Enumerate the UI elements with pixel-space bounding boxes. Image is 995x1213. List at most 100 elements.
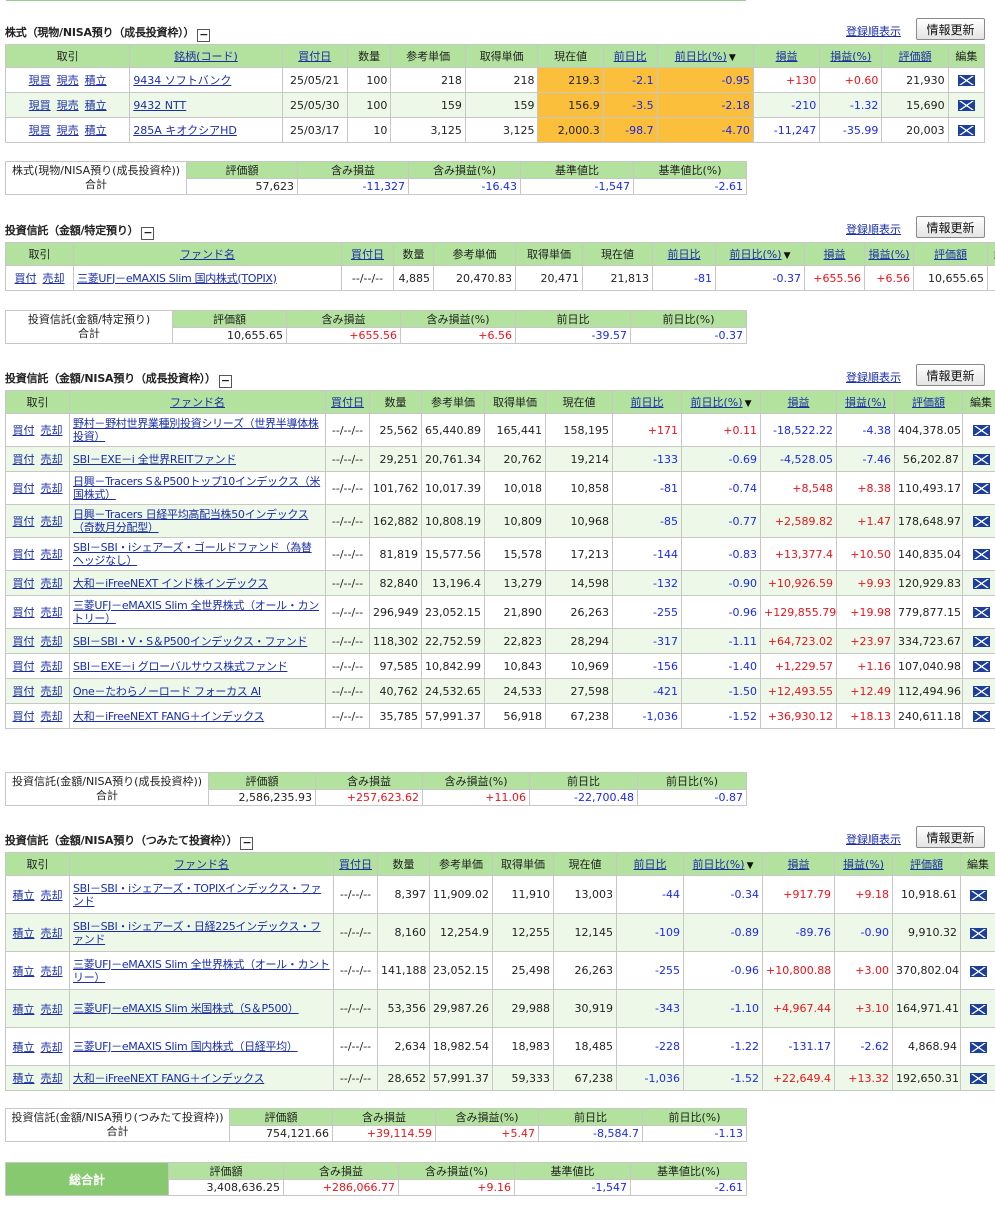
sort-col-val[interactable]: 評価額 <box>934 248 967 261</box>
action-link-1[interactable]: 買付 <box>13 424 35 437</box>
sort-col-chg[interactable]: 前日比 <box>614 50 647 63</box>
mail-envelope-icon[interactable] <box>972 711 990 722</box>
mail-envelope-icon[interactable] <box>957 75 975 86</box>
fund-name-link[interactable]: SBI－SBI・V・S＆P500インデックス・ファンド <box>73 635 308 648</box>
sort-col-name[interactable]: ファンド名 <box>180 248 235 261</box>
action-link-1[interactable]: 買付 <box>13 515 35 528</box>
mail-envelope-icon[interactable] <box>972 454 990 465</box>
sort-col-name[interactable]: ファンド名 <box>170 396 225 409</box>
fund-name-link[interactable]: 大和－iFreeNEXT FANG＋インデックス <box>73 710 265 723</box>
sort-col-date[interactable]: 買付日 <box>331 396 364 409</box>
fund-name-link[interactable]: 三菱UFJ－eMAXIS Slim 国内株式（日経平均） <box>73 1040 298 1053</box>
action-link-1[interactable]: 買付 <box>13 710 35 723</box>
fund-name-link[interactable]: SBI－EXE－i 全世界REITファンド <box>73 453 236 466</box>
fund-name-link[interactable]: SBI－SBI・iシェアーズ・TOPIXインデックス・ファンド <box>73 882 321 908</box>
mail-envelope-icon[interactable] <box>969 1073 987 1084</box>
collapse-toggle-icon[interactable]: − <box>141 227 155 240</box>
action-link-1[interactable]: 買付 <box>13 685 35 698</box>
stock-name-link[interactable]: 285A キオクシアHD <box>133 124 237 137</box>
sort-col-val[interactable]: 評価額 <box>912 396 945 409</box>
mail-envelope-icon[interactable] <box>957 100 975 111</box>
collapse-toggle-icon[interactable]: − <box>218 375 232 388</box>
mail-envelope-icon[interactable] <box>972 425 990 436</box>
action-link-1[interactable]: 現買 <box>29 99 51 112</box>
sort-by-registration-link[interactable]: 登録順表示 <box>846 221 901 237</box>
refresh-info-button[interactable]: 情報更新 <box>916 826 985 848</box>
action-link-2[interactable]: 売却 <box>41 482 63 495</box>
fund-name-link[interactable]: 日興－Tracers S＆P500トップ10インデックス（米国株式） <box>73 475 321 501</box>
sort-col-plp[interactable]: 損益(%) <box>868 248 909 261</box>
action-link-2[interactable]: 売却 <box>41 453 63 466</box>
action-link-2[interactable]: 売却 <box>41 577 63 590</box>
action-link-1[interactable]: 買付 <box>13 453 35 466</box>
stock-name-link[interactable]: 9434 ソフトバンク <box>133 74 231 87</box>
mail-envelope-icon[interactable] <box>972 686 990 697</box>
sort-col-chgp[interactable]: 前日比(%) <box>730 248 782 261</box>
action-link-2[interactable]: 売却 <box>41 1072 63 1085</box>
sort-col-pl[interactable]: 損益 <box>788 396 810 409</box>
mail-envelope-icon[interactable] <box>972 578 990 589</box>
mail-envelope-icon[interactable] <box>969 965 987 977</box>
fund-name-link[interactable]: One－たわらノーロード フォーカス AI <box>73 685 261 698</box>
fund-name-link[interactable]: SBI－SBI・iシェアーズ・ゴールドファンド（為替ヘッジなし） <box>73 541 312 567</box>
action-link-2[interactable]: 売却 <box>41 635 63 648</box>
action-link-1[interactable]: 買付 <box>13 660 35 673</box>
action-link-1[interactable]: 積立 <box>13 889 35 902</box>
action-link-1[interactable]: 現買 <box>29 74 51 87</box>
action-link-1[interactable]: 買付 <box>13 577 35 590</box>
sort-col-plp[interactable]: 損益(%) <box>845 396 886 409</box>
sort-col-chg[interactable]: 前日比 <box>634 858 667 871</box>
sort-col-chg[interactable]: 前日比 <box>668 248 701 261</box>
action-link-3[interactable]: 積立 <box>85 99 107 112</box>
action-link-2[interactable]: 売却 <box>41 515 63 528</box>
action-link-2[interactable]: 売却 <box>41 889 63 902</box>
fund-name-link[interactable]: 大和－iFreeNEXT FANG＋インデックス <box>73 1072 265 1085</box>
fund-name-link[interactable]: 野村－野村世界業種別投資シリーズ（世界半導体株投資） <box>73 417 319 443</box>
action-link-2[interactable]: 売却 <box>41 660 63 673</box>
fund-name-link[interactable]: SBI－EXE－i グローバルサウス株式ファンド <box>73 660 288 673</box>
action-link-1[interactable]: 積立 <box>13 965 35 978</box>
action-link-2[interactable]: 売却 <box>41 1003 63 1016</box>
fund-name-link[interactable]: 三菱UFJ－eMAXIS Slim 米国株式（S＆P500） <box>73 1002 299 1015</box>
action-link-1[interactable]: 買付 <box>13 482 35 495</box>
refresh-info-button[interactable]: 情報更新 <box>916 18 985 40</box>
sort-col-chg[interactable]: 前日比 <box>631 396 664 409</box>
action-link-2[interactable]: 売却 <box>41 606 63 619</box>
action-link-1[interactable]: 現買 <box>29 124 51 137</box>
action-link-3[interactable]: 積立 <box>85 124 107 137</box>
mail-envelope-icon[interactable] <box>972 636 990 647</box>
sort-by-registration-link[interactable]: 登録順表示 <box>846 23 901 39</box>
sort-col-date[interactable]: 買付日 <box>351 248 384 261</box>
action-link-1[interactable]: 買付 <box>15 272 37 285</box>
action-link-2[interactable]: 売却 <box>41 927 63 940</box>
fund-name-link[interactable]: 三菱UFJ－eMAXIS Slim 全世界株式（オール・カントリー） <box>73 599 319 625</box>
sort-col-date[interactable]: 買付日 <box>298 50 331 63</box>
action-link-2[interactable]: 売却 <box>41 548 63 561</box>
sort-col-chgp[interactable]: 前日比(%) <box>691 396 743 409</box>
fund-name-link[interactable]: 三菱UFJ－eMAXIS Slim 国内株式(TOPIX) <box>77 272 277 285</box>
action-link-2[interactable]: 現売 <box>57 99 79 112</box>
action-link-2[interactable]: 売却 <box>41 965 63 978</box>
action-link-1[interactable]: 積立 <box>13 927 35 940</box>
sort-col-plp[interactable]: 損益(%) <box>830 50 871 63</box>
action-link-2[interactable]: 売却 <box>41 710 63 723</box>
refresh-info-button[interactable]: 情報更新 <box>916 216 985 238</box>
action-link-3[interactable]: 積立 <box>85 74 107 87</box>
stock-name-link[interactable]: 9432 NTT <box>133 99 186 112</box>
fund-name-link[interactable]: 三菱UFJ－eMAXIS Slim 全世界株式（オール・カントリー） <box>73 958 330 984</box>
sort-col-val[interactable]: 評価額 <box>910 858 943 871</box>
action-link-1[interactable]: 買付 <box>13 548 35 561</box>
mail-envelope-icon[interactable] <box>969 1041 987 1053</box>
action-link-2[interactable]: 現売 <box>57 74 79 87</box>
fund-name-link[interactable]: 大和－iFreeNEXT インド株インデックス <box>73 577 268 590</box>
sort-col-name[interactable]: ファンド名 <box>174 858 229 871</box>
fund-name-link[interactable]: SBI－SBI・iシェアーズ・日経225インデックス・ファンド <box>73 920 321 946</box>
action-link-1[interactable]: 積立 <box>13 1072 35 1085</box>
collapse-toggle-icon[interactable]: − <box>240 837 254 850</box>
action-link-1[interactable]: 積立 <box>13 1003 35 1016</box>
mail-envelope-icon[interactable] <box>972 607 990 618</box>
action-link-2[interactable]: 売却 <box>41 685 63 698</box>
action-link-1[interactable]: 積立 <box>13 1041 35 1054</box>
sort-col-name[interactable]: 銘柄(コード) <box>174 50 238 63</box>
sort-col-pl[interactable]: 損益 <box>788 858 810 871</box>
